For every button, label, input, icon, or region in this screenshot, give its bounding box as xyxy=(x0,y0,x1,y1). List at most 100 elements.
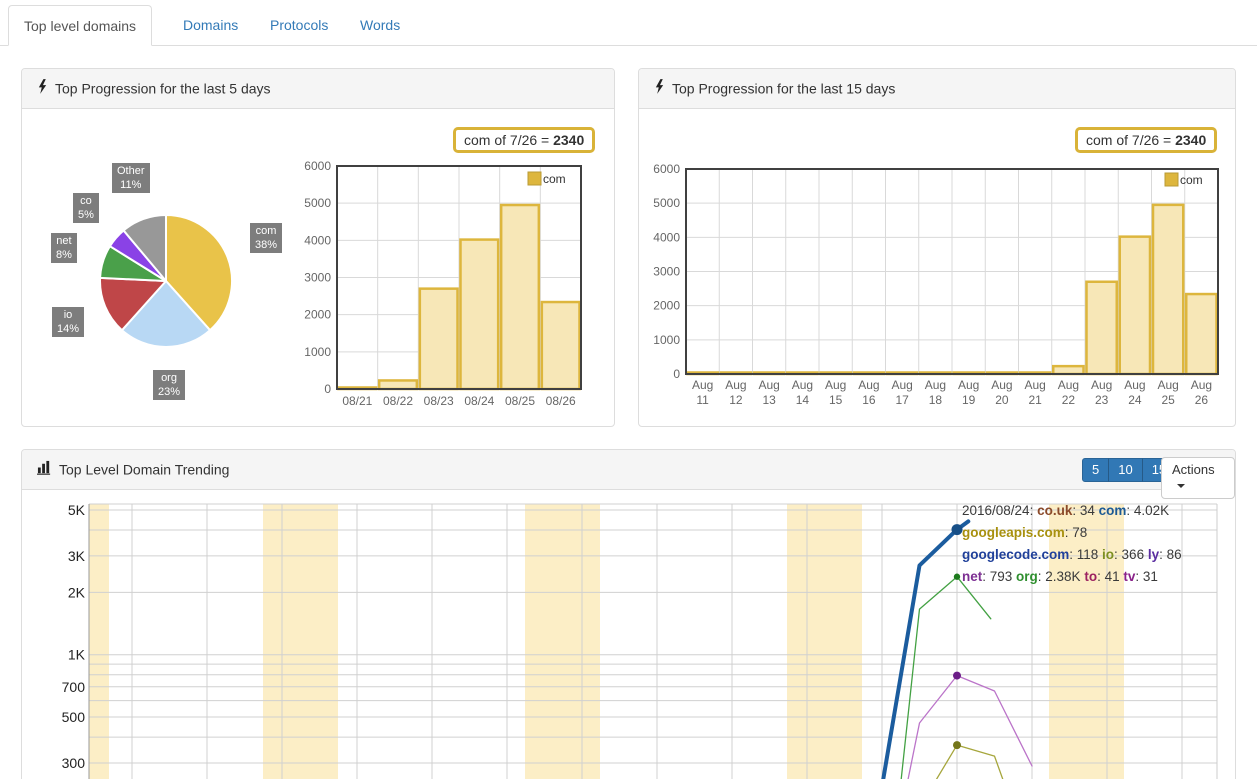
trend-tooltip-line: googleapis.com: 78 xyxy=(962,522,1182,544)
bolt-icon xyxy=(654,79,665,97)
tab-bar: Top level domains Domains Protocols Word… xyxy=(0,0,1257,46)
trend-tooltip-line: 2016/08/24: co.uk: 34 com: 4.02K xyxy=(962,500,1182,522)
svg-text:6000: 6000 xyxy=(304,159,331,173)
bar-chart-5day[interactable]: 010002000300040005000600008/2108/2208/23… xyxy=(301,156,601,416)
pie-label-net: net8% xyxy=(51,233,77,263)
trend-line-com[interactable] xyxy=(883,521,968,779)
svg-text:Aug: Aug xyxy=(958,378,979,392)
panel-5-header: Top Progression for the last 5 days xyxy=(22,69,614,109)
svg-text:500: 500 xyxy=(62,709,86,725)
range-button-5[interactable]: 5 xyxy=(1082,458,1109,482)
dashboard: Top level domains Domains Protocols Word… xyxy=(0,0,1257,779)
svg-text:Aug: Aug xyxy=(991,378,1012,392)
pie-label-other: Other11% xyxy=(112,163,150,193)
svg-text:22: 22 xyxy=(1062,393,1076,407)
svg-text:08/25: 08/25 xyxy=(505,394,535,408)
svg-text:08/22: 08/22 xyxy=(383,394,413,408)
svg-text:Aug: Aug xyxy=(1124,378,1145,392)
bar-chart-icon xyxy=(37,460,52,478)
trend-dot-com xyxy=(952,524,963,535)
bar[interactable] xyxy=(1186,294,1216,374)
svg-text:21: 21 xyxy=(1028,393,1042,407)
svg-text:0: 0 xyxy=(324,382,331,396)
svg-text:Aug: Aug xyxy=(1157,378,1178,392)
svg-text:11: 11 xyxy=(696,393,709,407)
bar-chart-15day[interactable]: 0100020003000400050006000Aug11Aug12Aug13… xyxy=(651,156,1241,421)
tab-words[interactable]: Words xyxy=(345,5,415,46)
panel-tld-trending: Top Level Domain Trending 5 10 15 Action… xyxy=(21,449,1236,779)
svg-text:Aug: Aug xyxy=(1091,378,1112,392)
svg-text:Aug: Aug xyxy=(692,378,713,392)
svg-text:Aug: Aug xyxy=(758,378,779,392)
bar[interactable] xyxy=(1053,366,1083,374)
svg-text:5K: 5K xyxy=(68,502,86,518)
trend-dot-net xyxy=(953,672,961,680)
svg-text:Aug: Aug xyxy=(792,378,813,392)
chart-tooltip-5day: com of 7/26 = 2340 xyxy=(453,127,595,153)
bar[interactable] xyxy=(379,380,417,389)
svg-text:26: 26 xyxy=(1195,393,1209,407)
tld-pie-chart[interactable] xyxy=(81,196,256,371)
svg-text:Aug: Aug xyxy=(925,378,946,392)
svg-text:5000: 5000 xyxy=(304,196,331,210)
svg-text:Aug: Aug xyxy=(1024,378,1045,392)
trend-line-io[interactable] xyxy=(936,745,1003,779)
range-button-10[interactable]: 10 xyxy=(1108,458,1142,482)
pie-label-org: org23% xyxy=(153,370,185,400)
svg-text:Aug: Aug xyxy=(725,378,746,392)
trend-dot-io xyxy=(953,741,961,749)
svg-text:com: com xyxy=(1180,173,1203,187)
svg-text:Aug: Aug xyxy=(1058,378,1079,392)
pie-label-co: co5% xyxy=(73,193,99,223)
svg-text:08/23: 08/23 xyxy=(424,394,454,408)
svg-text:19: 19 xyxy=(962,393,976,407)
svg-text:18: 18 xyxy=(929,393,943,407)
bar[interactable] xyxy=(420,289,458,389)
svg-text:1000: 1000 xyxy=(304,345,331,359)
bolt-icon xyxy=(37,79,48,97)
svg-text:4000: 4000 xyxy=(304,233,331,247)
svg-text:13: 13 xyxy=(762,393,776,407)
bar[interactable] xyxy=(501,205,539,389)
svg-text:15: 15 xyxy=(829,393,843,407)
trend-tooltip-line: net: 793 org: 2.38K to: 41 tv: 31 xyxy=(962,566,1182,588)
trending-header: Top Level Domain Trending 5 10 15 Action… xyxy=(22,450,1235,490)
tab-top-level-domains[interactable]: Top level domains xyxy=(8,5,152,46)
svg-text:2K: 2K xyxy=(68,584,86,600)
pie-label-io: io14% xyxy=(52,307,84,337)
trend-tooltip-line: googlecode.com: 118 io: 366 ly: 86 xyxy=(962,544,1182,566)
svg-text:12: 12 xyxy=(729,393,743,407)
svg-text:08/21: 08/21 xyxy=(342,394,372,408)
trending-title: Top Level Domain Trending xyxy=(59,461,229,477)
bar[interactable] xyxy=(461,240,499,389)
panel-15-header: Top Progression for the last 15 days xyxy=(639,69,1235,109)
svg-text:14: 14 xyxy=(796,393,810,407)
svg-text:08/24: 08/24 xyxy=(464,394,494,408)
svg-text:Aug: Aug xyxy=(891,378,912,392)
bar[interactable] xyxy=(1120,237,1150,374)
svg-text:2000: 2000 xyxy=(653,299,680,313)
pie-label-com: com38% xyxy=(250,223,282,253)
panel-top-progression-5-days: Top Progression for the last 5 days com … xyxy=(21,68,615,427)
tab-protocols[interactable]: Protocols xyxy=(255,5,343,46)
svg-text:Aug: Aug xyxy=(858,378,879,392)
bar[interactable] xyxy=(1087,282,1117,374)
svg-text:3K: 3K xyxy=(68,548,86,564)
trend-hover-tooltip: 2016/08/24: co.uk: 34 com: 4.02Kgoogleap… xyxy=(962,500,1182,588)
svg-text:3000: 3000 xyxy=(304,271,331,285)
svg-text:Aug: Aug xyxy=(1191,378,1212,392)
svg-text:20: 20 xyxy=(995,393,1009,407)
panel-5-title: Top Progression for the last 5 days xyxy=(55,80,271,96)
bar[interactable] xyxy=(1153,205,1183,374)
trend-dot-org xyxy=(954,574,960,580)
svg-text:3000: 3000 xyxy=(653,265,680,279)
bar[interactable] xyxy=(542,302,580,389)
caret-down-icon xyxy=(1177,484,1185,488)
svg-text:6000: 6000 xyxy=(653,162,680,176)
svg-text:Aug: Aug xyxy=(825,378,846,392)
svg-text:700: 700 xyxy=(62,679,86,695)
chart-tooltip-15day: com of 7/26 = 2340 xyxy=(1075,127,1217,153)
tab-domains[interactable]: Domains xyxy=(168,5,253,46)
svg-text:17: 17 xyxy=(895,393,909,407)
svg-text:com: com xyxy=(543,172,566,186)
